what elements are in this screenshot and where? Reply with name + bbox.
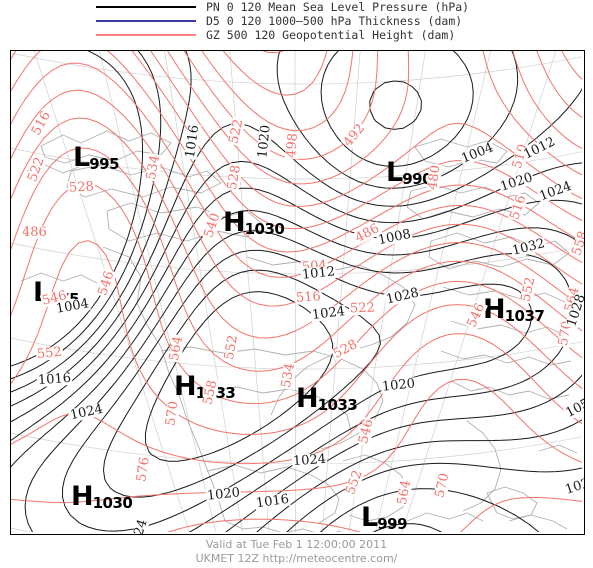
contour-label-1012: 1012 bbox=[300, 264, 337, 283]
contour-label-480: 480 bbox=[425, 163, 444, 192]
caption-source: UKMET 12Z http://meteocentre.com/ bbox=[195, 552, 398, 565]
pressure-center-l-999: L999 bbox=[361, 502, 408, 533]
center-value: 999 bbox=[377, 515, 408, 533]
center-value: 1030 bbox=[92, 494, 133, 512]
caption: Valid at Tue Feb 1 12:00:00 2011 UKMET 1… bbox=[0, 538, 593, 566]
contour-label-1020: 1020 bbox=[205, 485, 242, 504]
contour-label-1024: 1024 bbox=[291, 451, 328, 470]
contour-label-1020: 1020 bbox=[255, 123, 274, 160]
center-value: 995 bbox=[89, 155, 120, 173]
legend-label-mslp: PN 0 120 Mean Sea Level Pressure (hPa) bbox=[206, 0, 470, 14]
contour-label-1020: 1020 bbox=[380, 376, 417, 395]
gz-contour-480 bbox=[262, 51, 285, 54]
pressure-center-h-1030: H1030 bbox=[223, 207, 285, 238]
center-value: 1037 bbox=[504, 307, 545, 325]
gz-contour-486 bbox=[222, 51, 582, 96]
legend-label-geopotential: GZ 500 120 Geopotential Height (dam) bbox=[206, 28, 456, 42]
contour-label-516: 516 bbox=[294, 289, 323, 306]
legend: PN 0 120 Mean Sea Level Pressure (hPa) D… bbox=[0, 0, 593, 44]
contour-label-522: 522 bbox=[348, 300, 377, 317]
pressure-center-h-1033: H1033 bbox=[296, 383, 358, 414]
center-type-letter: H bbox=[174, 371, 197, 402]
gz-contour-534 bbox=[11, 89, 582, 307]
contour-label-528: 528 bbox=[67, 179, 96, 196]
pressure-center-h-1030: H1030 bbox=[71, 481, 133, 512]
center-type-letter: L bbox=[361, 502, 378, 533]
contour-label-576: 576 bbox=[134, 455, 153, 484]
legend-swatch-geopotential bbox=[96, 34, 196, 36]
center-type-letter: H bbox=[223, 207, 246, 238]
caption-valid-time: Valid at Tue Feb 1 12:00:00 2011 bbox=[205, 538, 388, 551]
mslp-contour-1000 bbox=[11, 51, 422, 367]
contour-label-570: 570 bbox=[163, 399, 182, 428]
center-type-letter: H bbox=[296, 383, 319, 414]
contour-label-498: 498 bbox=[283, 131, 301, 160]
legend-row-geopotential: GZ 500 120 Geopotential Height (dam) bbox=[96, 28, 455, 42]
gz-contour-546 bbox=[11, 147, 582, 372]
gz-contour-510 bbox=[150, 51, 582, 207]
legend-row-thickness: D5 0 120 1000–500 hPa Thickness (dam) bbox=[96, 14, 462, 28]
center-type-letter: L bbox=[73, 142, 90, 173]
center-type-letter: L bbox=[386, 157, 403, 188]
contour-label-552: 552 bbox=[35, 344, 64, 363]
center-type-letter: H bbox=[71, 481, 94, 512]
legend-label-thickness: D5 0 120 1000–500 hPa Thickness (dam) bbox=[206, 14, 463, 28]
contour-label-486: 486 bbox=[21, 225, 48, 240]
contour-label-1016: 1016 bbox=[36, 370, 73, 389]
pressure-center-l-995: L995 bbox=[73, 142, 120, 173]
legend-row-mslp: PN 0 120 Mean Sea Level Pressure (hPa) bbox=[96, 0, 469, 14]
legend-swatch-thickness bbox=[96, 20, 196, 22]
legend-swatch-mslp bbox=[96, 6, 196, 8]
weather-map[interactable]: L995L990H1030L975H1037H1033H1033H1030L99… bbox=[10, 50, 585, 535]
pressure-center-h-1037: H1037 bbox=[483, 296, 545, 325]
center-value: 1033 bbox=[317, 396, 358, 414]
center-value: 1030 bbox=[244, 220, 285, 238]
